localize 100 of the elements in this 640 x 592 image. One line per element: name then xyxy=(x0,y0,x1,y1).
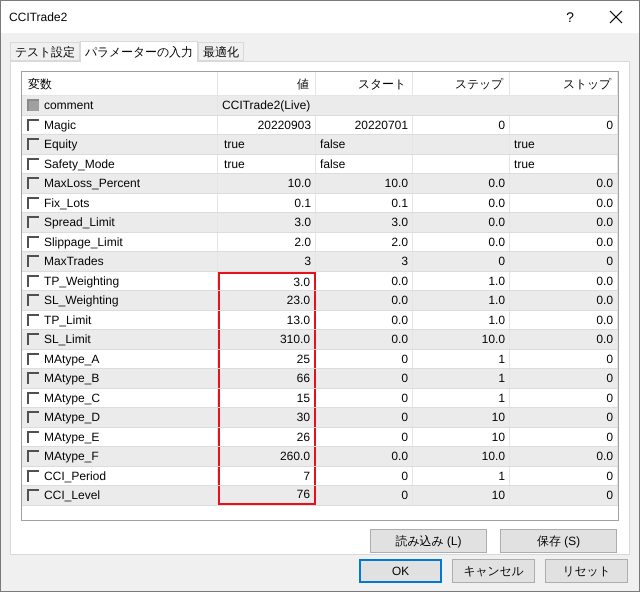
value-cell: true xyxy=(218,154,316,173)
checkbox[interactable] xyxy=(27,333,39,346)
checkbox[interactable] xyxy=(27,236,39,248)
table-cell: 1.0 xyxy=(413,310,510,329)
table-cell: 0 xyxy=(510,350,618,368)
checkbox[interactable] xyxy=(27,411,39,424)
variable-name: CCI_Period xyxy=(44,468,106,485)
checkbox[interactable] xyxy=(27,216,39,228)
table-cell: 0 xyxy=(316,408,413,426)
checkbox[interactable] xyxy=(27,196,39,209)
table-cell: 0 xyxy=(510,486,618,504)
table-cell: 1 xyxy=(413,388,510,407)
column-header[interactable]: スタート xyxy=(316,72,413,95)
panel-button[interactable]: 保存 (S) xyxy=(500,529,617,553)
variable-name: Spread_Limit xyxy=(44,214,115,232)
checkbox[interactable] xyxy=(27,450,39,462)
checkbox[interactable] xyxy=(27,352,39,365)
table-cell: 10 xyxy=(413,486,510,504)
table-cell: 0 xyxy=(510,369,618,388)
table-cell: 2.0 xyxy=(316,232,413,251)
value-cell: 76 xyxy=(218,486,316,504)
checkbox[interactable] xyxy=(27,138,39,150)
help-button[interactable]: ? xyxy=(547,1,593,33)
variable-name: MaxLoss_Percent xyxy=(44,175,140,192)
table-cell: 10.0 xyxy=(413,447,510,466)
column-header[interactable]: 値 xyxy=(218,72,316,95)
table-cell: 1 xyxy=(413,466,510,485)
table-cell: 0.0 xyxy=(510,272,618,290)
dialog-button[interactable]: OK xyxy=(359,559,442,583)
table-cell: 0 xyxy=(510,388,618,407)
variable-name: MAtype_A xyxy=(44,350,100,368)
checkbox[interactable] xyxy=(27,118,39,131)
table-cell: 0.0 xyxy=(510,194,618,212)
table-cell: 1.0 xyxy=(413,291,510,310)
table-cell: 0.0 xyxy=(413,194,510,212)
table-cell: false xyxy=(316,154,413,173)
column-header[interactable]: 変数 xyxy=(22,72,218,95)
table-cell: 1 xyxy=(413,350,510,368)
variable-name: Magic xyxy=(44,116,76,134)
table-cell: 1 xyxy=(413,369,510,388)
value-cell: 0.1 xyxy=(218,194,316,212)
dialog-button[interactable]: キャンセル xyxy=(452,559,535,583)
close-icon xyxy=(609,10,623,24)
table-cell: 0 xyxy=(510,428,618,446)
value-cell: 3 xyxy=(218,252,316,270)
table-cell: 0 xyxy=(510,116,618,134)
tab[interactable]: パラメーターの入力 xyxy=(80,41,198,62)
table-cell: 0 xyxy=(316,486,413,504)
checkbox[interactable] xyxy=(27,177,39,190)
checkbox[interactable] xyxy=(27,294,39,306)
variable-name: TP_Weighting xyxy=(44,272,120,290)
checkbox[interactable] xyxy=(27,489,39,502)
value-cell: 20220903 xyxy=(218,116,316,134)
table-cell: 0.0 xyxy=(510,174,618,192)
checkbox[interactable] xyxy=(27,372,39,384)
table-cell: 0.0 xyxy=(316,330,413,348)
value-cell: true xyxy=(218,135,316,154)
variable-name: MAtype_B xyxy=(44,370,100,388)
table-cell: 0.0 xyxy=(316,272,413,290)
checkbox[interactable] xyxy=(27,314,39,326)
table-cell: 3.0 xyxy=(316,213,413,232)
table-cell: 10.0 xyxy=(413,330,510,348)
table-cell: false xyxy=(316,135,413,154)
table-cell: 0.0 xyxy=(510,447,618,466)
column-header[interactable]: ステップ xyxy=(413,72,510,95)
variable-name: Equity xyxy=(44,136,78,154)
table-cell: 0.0 xyxy=(316,310,413,329)
table-cell: true xyxy=(510,154,618,173)
table-cell: 0 xyxy=(510,252,618,270)
table-cell: 0 xyxy=(316,350,413,368)
table-cell: 0.0 xyxy=(510,310,618,329)
checkbox[interactable] xyxy=(27,392,39,404)
table-cell: 0 xyxy=(413,116,510,134)
window-title: CCITrade2 xyxy=(9,9,68,26)
table-cell: 0.0 xyxy=(413,213,510,232)
table-cell-text: CCITrade2(Live) xyxy=(221,97,312,114)
variable-name: MAtype_E xyxy=(44,428,100,446)
checkbox[interactable] xyxy=(27,274,39,287)
table-cell: 10 xyxy=(413,428,510,446)
table-cell: 0 xyxy=(316,466,413,485)
value-cell: 10.0 xyxy=(218,174,316,192)
tab[interactable]: 最適化 xyxy=(198,42,244,61)
table-cell: 0.0 xyxy=(510,232,618,251)
checkbox[interactable] xyxy=(27,430,39,443)
tab[interactable]: テスト設定 xyxy=(10,42,80,61)
checkbox[interactable] xyxy=(27,470,39,482)
value-cell: 2.0 xyxy=(218,232,316,251)
variable-name: MaxTrades xyxy=(44,253,104,270)
panel-button[interactable]: 読み込み (L) xyxy=(370,529,487,553)
table-cell: 0 xyxy=(316,388,413,407)
checkbox[interactable] xyxy=(27,255,39,268)
column-header[interactable]: ストップ xyxy=(510,72,618,95)
table-cell: 0.0 xyxy=(413,232,510,251)
table-cell: 0.0 xyxy=(510,291,618,310)
checkbox[interactable] xyxy=(27,158,39,170)
variable-name: TP_Limit xyxy=(44,312,92,329)
dialog-button[interactable]: リセット xyxy=(545,559,628,583)
variable-name: MAtype_D xyxy=(44,409,100,426)
table-cell: 0 xyxy=(510,408,618,426)
value-cell: 3.0 xyxy=(218,213,316,232)
